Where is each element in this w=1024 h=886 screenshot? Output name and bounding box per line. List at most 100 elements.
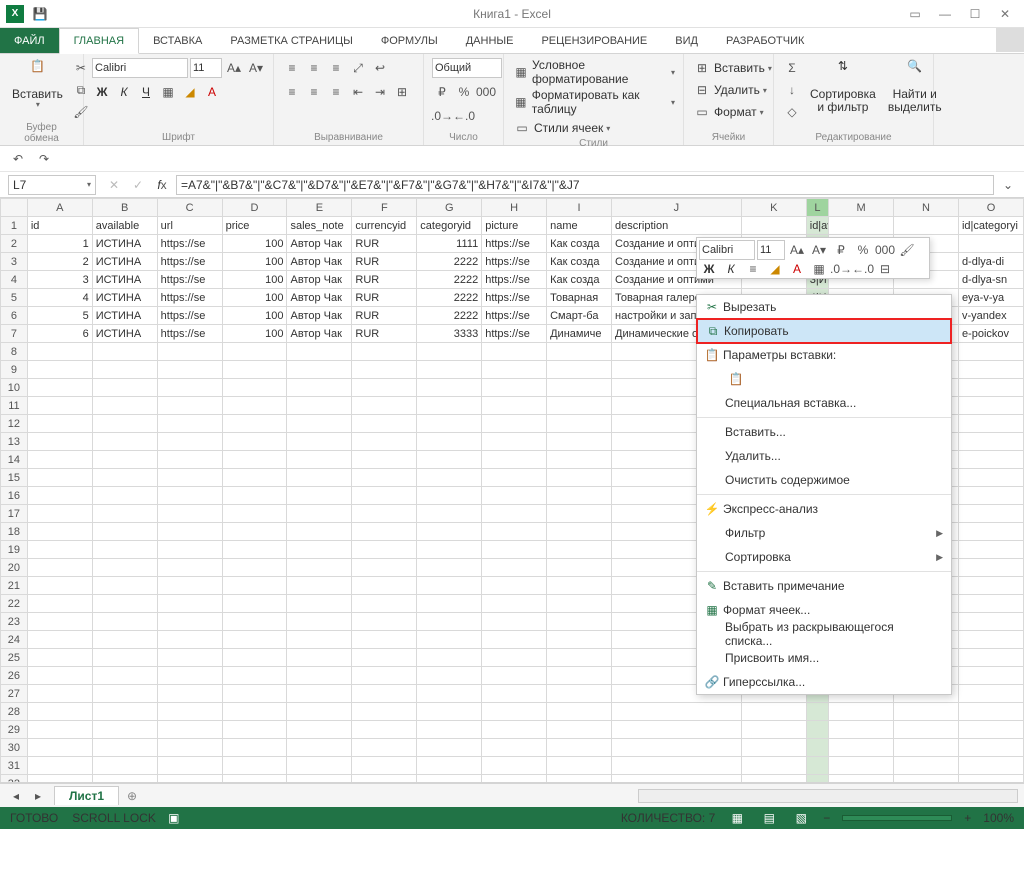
mini-fill-icon[interactable]: ◢	[765, 259, 785, 279]
cell[interactable]	[612, 775, 742, 784]
cell[interactable]: price	[222, 217, 287, 235]
cell[interactable]: Автор Чак	[287, 289, 352, 307]
cell[interactable]	[92, 505, 157, 523]
cell[interactable]	[27, 667, 92, 685]
cell[interactable]	[222, 343, 287, 361]
col-header-A[interactable]: A	[27, 199, 92, 217]
increase-indent-icon[interactable]: ⇥	[370, 82, 390, 102]
cell[interactable]: https://se	[482, 289, 547, 307]
cell[interactable]	[157, 757, 222, 775]
cell[interactable]	[417, 757, 482, 775]
macro-record-icon[interactable]: ▣	[164, 808, 184, 828]
cell[interactable]: https://se	[482, 325, 547, 343]
insert-cells-button[interactable]: ⊞Вставить▾	[692, 58, 772, 78]
cell[interactable]	[547, 433, 612, 451]
cell[interactable]	[547, 487, 612, 505]
cell[interactable]: 100	[222, 235, 287, 253]
cell[interactable]	[417, 613, 482, 631]
col-header-B[interactable]: B	[92, 199, 157, 217]
cell[interactable]	[287, 685, 352, 703]
cell[interactable]	[352, 685, 417, 703]
cell[interactable]: 3	[27, 271, 92, 289]
cell[interactable]	[27, 523, 92, 541]
cell[interactable]: https://se	[157, 289, 222, 307]
cell[interactable]	[958, 415, 1023, 433]
col-header-E[interactable]: E	[287, 199, 352, 217]
tab-developer[interactable]: РАЗРАБОТЧИК	[712, 28, 818, 53]
cell[interactable]	[482, 541, 547, 559]
cell[interactable]	[547, 595, 612, 613]
cell[interactable]: 2	[27, 253, 92, 271]
row-header[interactable]: 1	[1, 217, 28, 235]
cell[interactable]	[157, 631, 222, 649]
cell[interactable]: id	[27, 217, 92, 235]
cell[interactable]	[157, 613, 222, 631]
cell[interactable]	[482, 685, 547, 703]
cell[interactable]: ИСТИНА	[92, 307, 157, 325]
ctx-paste-option-default[interactable]: 📋	[697, 367, 951, 391]
col-header-H[interactable]: H	[482, 199, 547, 217]
cell[interactable]	[92, 595, 157, 613]
cell[interactable]	[612, 739, 742, 757]
mini-font-color-icon[interactable]: A	[787, 259, 807, 279]
ctx-cut[interactable]: ✂Вырезать	[697, 295, 951, 319]
cell[interactable]	[157, 523, 222, 541]
cell[interactable]	[547, 451, 612, 469]
cell[interactable]	[482, 361, 547, 379]
cell[interactable]	[612, 703, 742, 721]
mini-bold-icon[interactable]: Ж	[699, 259, 719, 279]
cell[interactable]	[222, 361, 287, 379]
cell[interactable]	[287, 667, 352, 685]
row-header[interactable]: 28	[1, 703, 28, 721]
cell[interactable]	[222, 415, 287, 433]
col-header-D[interactable]: D	[222, 199, 287, 217]
ctx-format-cells[interactable]: ▦Формат ячеек...	[697, 598, 951, 622]
cell[interactable]: RUR	[352, 235, 417, 253]
cell[interactable]: Динамиче	[547, 325, 612, 343]
cell[interactable]	[92, 703, 157, 721]
cell[interactable]	[547, 667, 612, 685]
cell[interactable]	[417, 631, 482, 649]
cell[interactable]: https://se	[157, 325, 222, 343]
cell[interactable]: v-yandex	[958, 307, 1023, 325]
cell[interactable]	[958, 361, 1023, 379]
cell[interactable]	[157, 343, 222, 361]
decrease-indent-icon[interactable]: ⇤	[348, 82, 368, 102]
row-header[interactable]: 32	[1, 775, 28, 784]
cell[interactable]	[417, 505, 482, 523]
orientation-icon[interactable]: ⤢	[348, 58, 368, 78]
cell[interactable]	[612, 757, 742, 775]
cell[interactable]	[958, 541, 1023, 559]
cell[interactable]	[92, 631, 157, 649]
cell[interactable]: d-dlya-sn	[958, 271, 1023, 289]
cell[interactable]	[806, 757, 828, 775]
cell[interactable]	[482, 487, 547, 505]
cell[interactable]	[482, 703, 547, 721]
cell[interactable]	[352, 379, 417, 397]
maximize-icon[interactable]: ☐	[962, 4, 988, 24]
cell[interactable]	[417, 685, 482, 703]
cell[interactable]	[958, 451, 1023, 469]
cell[interactable]	[27, 649, 92, 667]
cell[interactable]: 100	[222, 271, 287, 289]
cell[interactable]	[27, 739, 92, 757]
cell[interactable]	[92, 541, 157, 559]
cell[interactable]	[547, 559, 612, 577]
row-header[interactable]: 25	[1, 649, 28, 667]
cell[interactable]	[352, 433, 417, 451]
ctx-delete[interactable]: Удалить...	[697, 444, 951, 468]
cell[interactable]	[829, 739, 894, 757]
align-middle-icon[interactable]: ≡	[304, 58, 324, 78]
cell[interactable]: https://se	[157, 253, 222, 271]
cell[interactable]	[287, 469, 352, 487]
cell[interactable]	[958, 235, 1023, 253]
cell[interactable]	[958, 433, 1023, 451]
cell[interactable]	[547, 703, 612, 721]
cell[interactable]	[417, 523, 482, 541]
row-header[interactable]: 5	[1, 289, 28, 307]
cell[interactable]	[222, 559, 287, 577]
font-size-select[interactable]	[190, 58, 222, 78]
cell[interactable]	[92, 379, 157, 397]
cell[interactable]	[482, 451, 547, 469]
cell[interactable]	[958, 397, 1023, 415]
